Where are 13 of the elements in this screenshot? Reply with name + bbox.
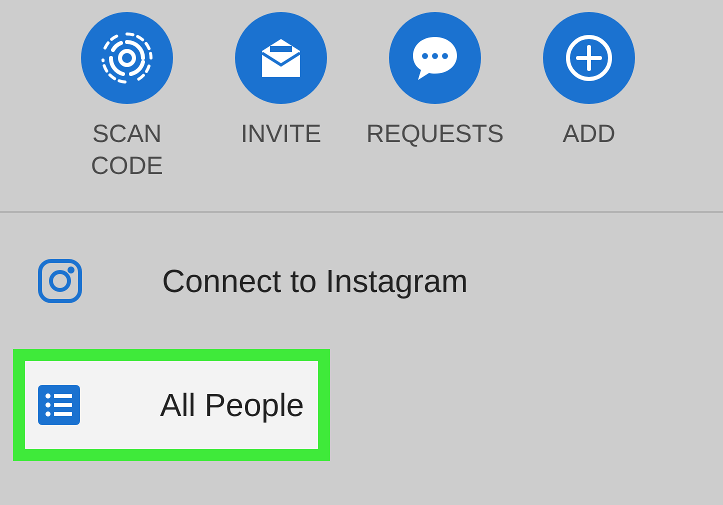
add-icon <box>565 34 613 82</box>
camera-icon <box>38 259 82 303</box>
chat-bubble-icon <box>410 34 460 82</box>
action-button[interactable]: INVITE <box>204 0 358 211</box>
menu-item-label: All People <box>160 386 304 424</box>
scan-icon <box>101 32 153 84</box>
menu-item-label: Connect to Instagram <box>162 262 468 300</box>
action-button[interactable]: SCAN CODE <box>50 0 204 211</box>
highlighted-menu-item[interactable]: All People <box>13 349 330 461</box>
action-button[interactable]: REQUESTS <box>358 0 512 211</box>
menu-item[interactable]: Connect to Instagram <box>13 225 494 337</box>
list-icon <box>38 385 80 425</box>
action-button[interactable]: ADD <box>512 0 666 211</box>
